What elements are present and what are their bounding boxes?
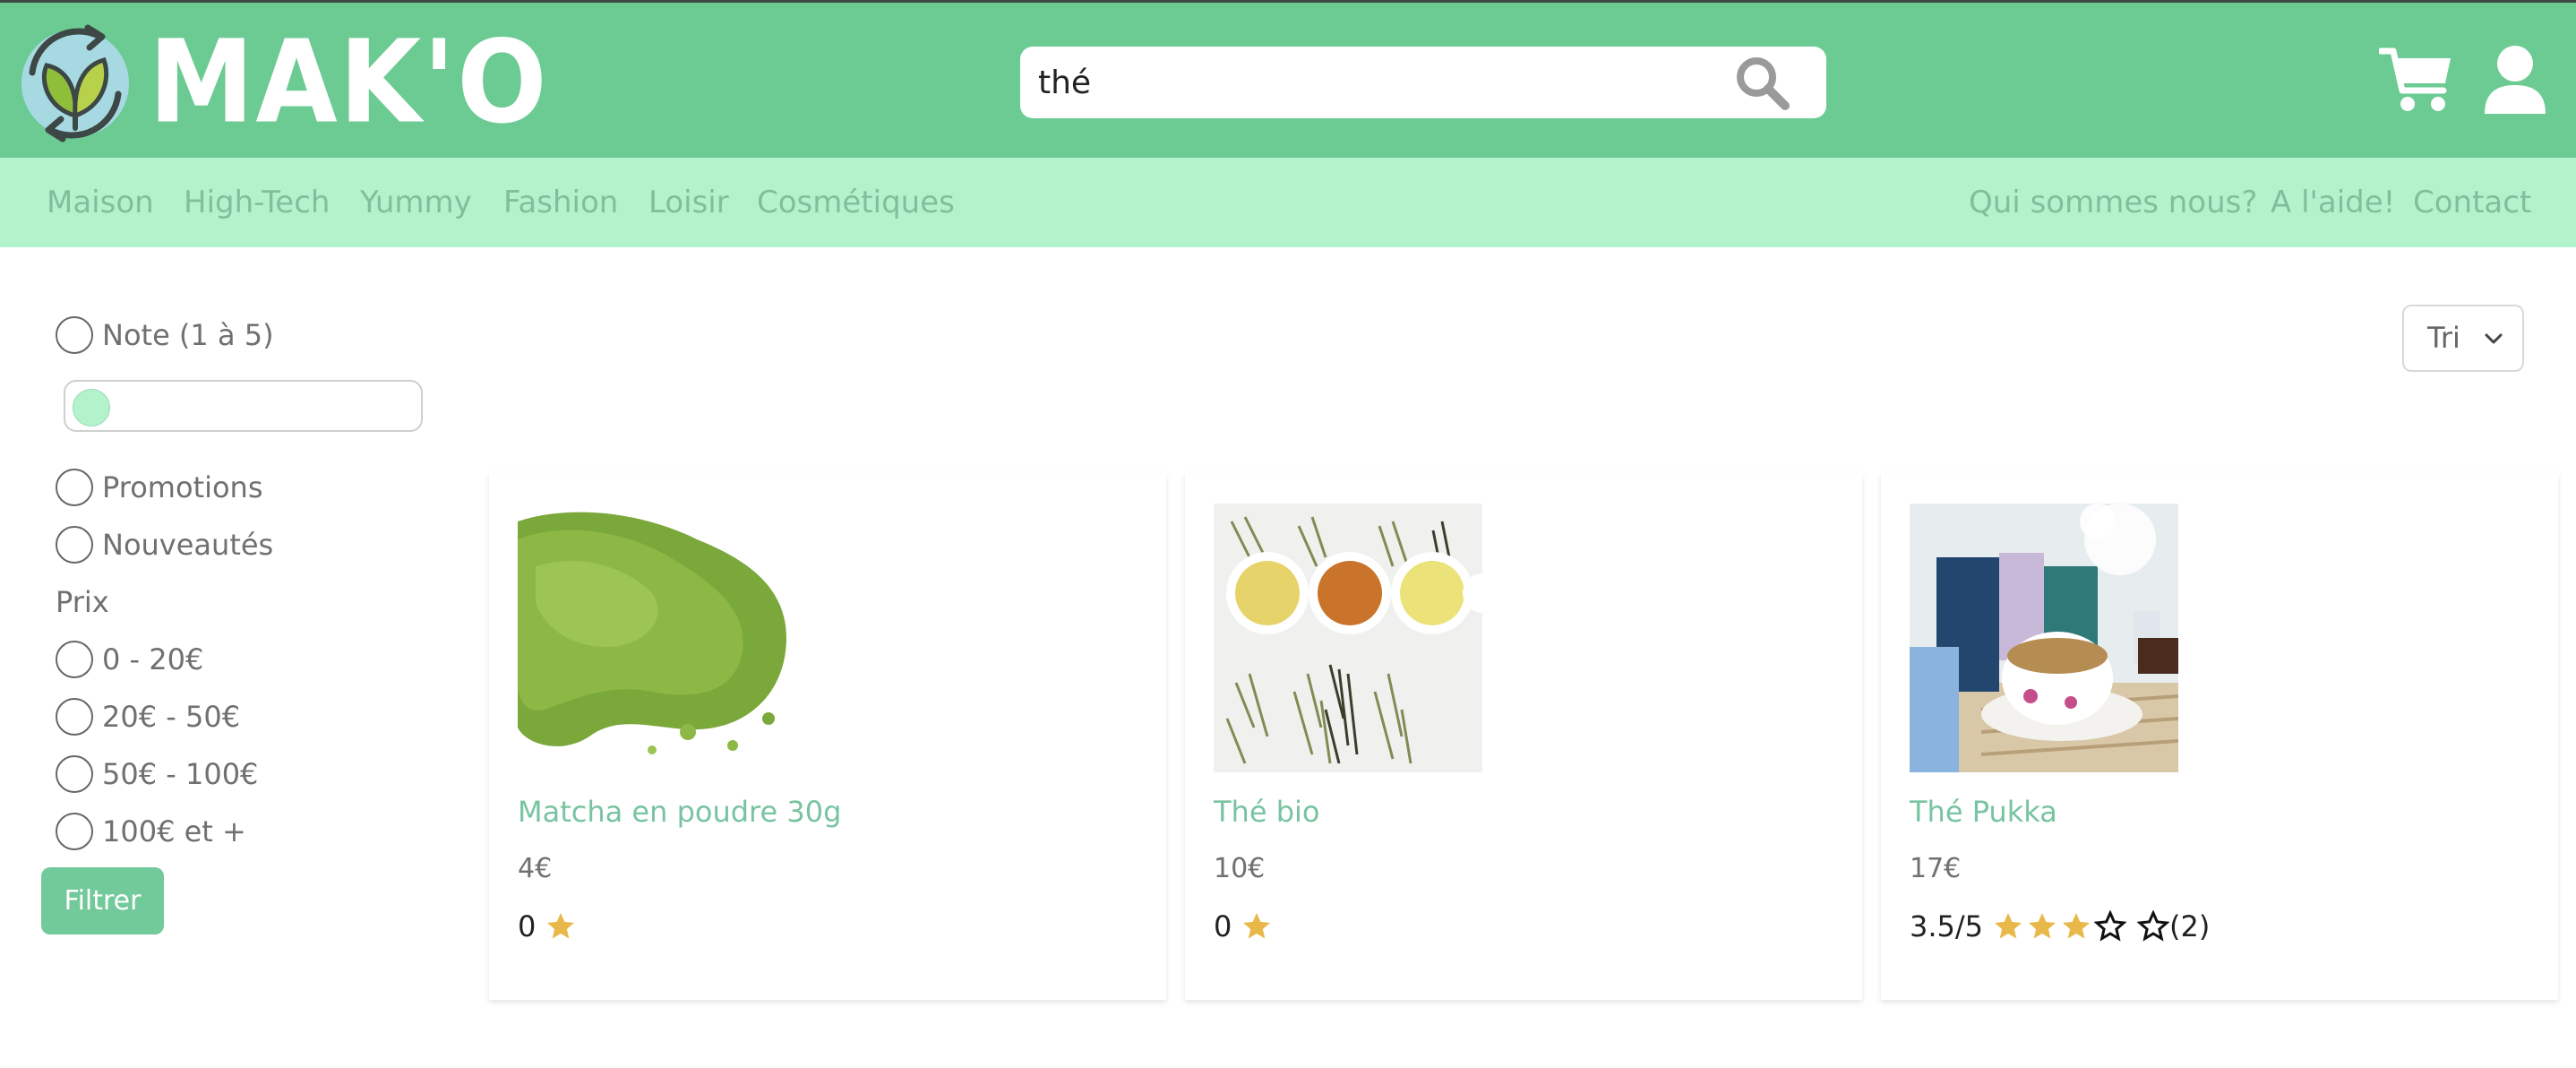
rating-value: 0 [1214, 909, 1232, 943]
search-input[interactable] [1038, 47, 1737, 118]
review-count: (2) [2169, 909, 2211, 943]
search-bar [1020, 47, 1826, 118]
product-price: 10€ [1214, 853, 1266, 884]
tea-bowls-image [1214, 504, 1482, 772]
product-rating: 0 [518, 903, 577, 950]
star-empty-icon [2094, 910, 2127, 942]
star-empty-icon [2137, 910, 2170, 942]
star-filled-icon [547, 913, 575, 939]
promotions-label: Promotions [102, 470, 263, 504]
price-range-label: 0 - 20€ [102, 642, 204, 676]
nav-item-about-us[interactable]: Qui sommes nous? [1969, 158, 2257, 247]
chevron-down-icon [2485, 333, 2503, 344]
category-navbar: Maison High-Tech Yummy Fashion Loisir Co… [0, 158, 2576, 247]
product-name[interactable]: Matcha en poudre 30g [518, 788, 841, 835]
rating-filter-radio[interactable] [56, 316, 93, 354]
product-rating: 0 [1214, 903, 1273, 950]
product-card[interactable]: Matcha en poudre 30g 4€ 0 [489, 473, 1166, 1000]
slider-thumb[interactable] [73, 389, 110, 426]
product-card[interactable]: Thé Pukka 17€ 3.5/5 (2) [1881, 473, 2558, 1000]
product-price: 4€ [518, 853, 553, 884]
nav-item-cosmetiques[interactable]: Cosmétiques [757, 158, 955, 247]
product-name[interactable]: Thé bio [1214, 788, 1319, 835]
brand-name: MAK'O [149, 14, 549, 149]
user-account-icon[interactable] [2481, 44, 2549, 116]
sort-dropdown[interactable]: Tri [2402, 305, 2524, 372]
nav-item-fashion[interactable]: Fashion [503, 158, 618, 247]
product-image-matcha[interactable] [518, 504, 786, 772]
filter-button[interactable]: Filtrer [41, 867, 164, 934]
price-range-label: 50€ - 100€ [102, 757, 259, 791]
price-range-radio[interactable] [56, 698, 93, 736]
rating-filter-label: Note (1 à 5) [102, 318, 274, 352]
star-filled-icon [1995, 913, 2022, 939]
new-items-radio[interactable] [56, 526, 93, 564]
sort-label: Tri [2427, 321, 2460, 355]
nav-item-contact[interactable]: Contact [2413, 158, 2531, 247]
new-items-label: Nouveautés [102, 528, 274, 562]
price-range-radio[interactable] [56, 641, 93, 678]
nav-item-loisir[interactable]: Loisir [648, 158, 729, 247]
price-range-radio[interactable] [56, 813, 93, 850]
product-image-the-pukka[interactable] [1910, 504, 2178, 772]
rating-value: 3.5/5 [1910, 909, 1984, 943]
leaf-logo-icon [21, 24, 129, 142]
search-icon[interactable] [1733, 54, 1790, 111]
price-range-label: 100€ et + [102, 814, 246, 848]
nav-item-maison[interactable]: Maison [47, 158, 154, 247]
star-filled-icon [2029, 913, 2057, 939]
product-card[interactable]: Thé bio 10€ 0 [1185, 473, 1862, 1000]
nav-item-yummy[interactable]: Yummy [360, 158, 472, 247]
shopping-cart-icon[interactable] [2379, 44, 2454, 116]
product-price: 17€ [1910, 853, 1962, 884]
product-name[interactable]: Thé Pukka [1910, 788, 2057, 835]
star-filled-icon [2063, 913, 2091, 939]
nav-item-help[interactable]: A l'aide! [2271, 158, 2395, 247]
top-header: MAK'O [0, 0, 2576, 158]
promotions-radio[interactable] [56, 469, 93, 506]
rating-value: 0 [518, 909, 537, 943]
rating-slider[interactable] [64, 380, 423, 432]
price-range-label: 20€ - 50€ [102, 700, 241, 734]
price-range-radio[interactable] [56, 755, 93, 793]
product-image-the-bio[interactable] [1214, 504, 1482, 772]
matcha-powder-image [518, 504, 786, 772]
brand-logo[interactable]: MAK'O [13, 10, 549, 153]
pukka-tea-image [1910, 504, 2178, 772]
product-rating: 3.5/5 (2) [1910, 903, 2210, 950]
nav-item-high-tech[interactable]: High-Tech [184, 158, 330, 247]
price-heading: Prix [56, 585, 109, 619]
star-filled-icon [1243, 913, 1271, 939]
